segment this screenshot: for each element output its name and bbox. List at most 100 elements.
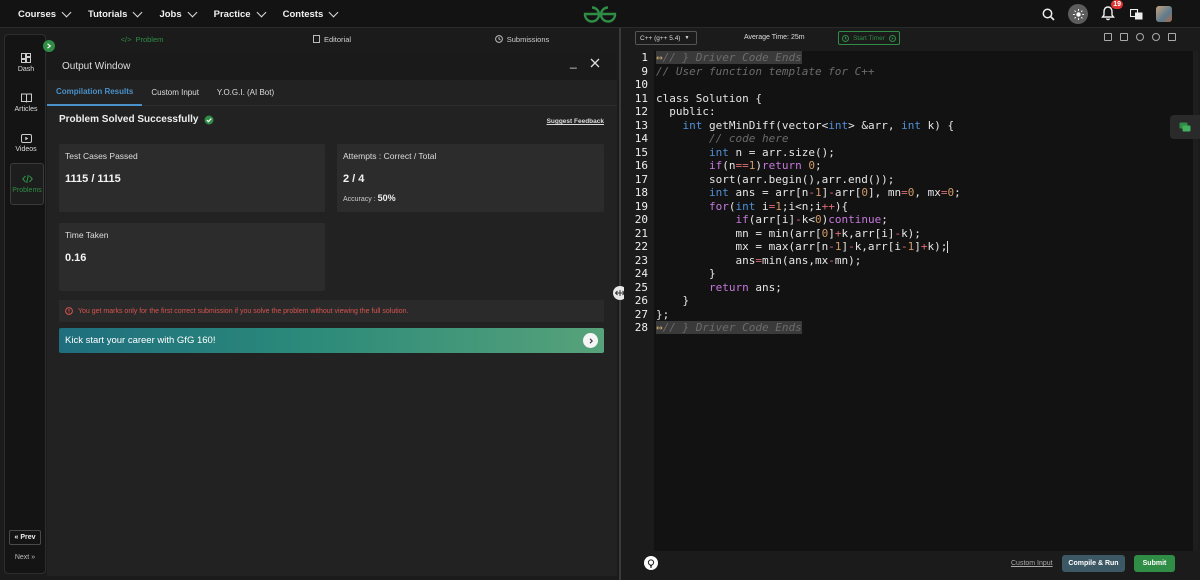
nav-jobs[interactable]: Jobs [159,7,198,20]
custom-input-link[interactable]: Custom Input [1011,560,1053,567]
time-value: 0.16 [65,252,87,264]
sidebar-item-label: Problems [12,187,42,194]
gfg-logo[interactable] [582,4,618,24]
chevrons-right-icon: » [31,554,36,561]
warning-text: You get marks only for the first correct… [78,307,409,315]
average-time: Average Time: 25m [744,34,805,41]
search-icon[interactable] [1042,8,1055,21]
tab-submissions[interactable]: Submissions [427,30,617,48]
submit-button[interactable]: Submit [1134,555,1175,572]
code-editor[interactable]: ↔// } Driver Code Ends // User function … [654,51,1198,551]
problem-tabs: </> Problem Editorial Submissions [47,30,617,48]
copy-icon[interactable] [1104,33,1112,41]
fullscreen-icon[interactable] [1168,33,1176,41]
tab-editorial[interactable]: Editorial [237,30,427,48]
accuracy-value: 50% [377,193,396,203]
language-select[interactable]: C++ (g++ 5.4) ▼ [635,31,697,45]
hint-button[interactable] [644,556,658,570]
user-avatar[interactable] [1156,6,1172,22]
sidebar-item-videos[interactable]: Videos [5,123,47,163]
theme-toggle[interactable] [1068,4,1088,24]
code-line: if(n==1)return 0; [708,159,822,172]
translate-icon[interactable] [1130,8,1143,20]
code-line: // code here [708,132,789,145]
sidebar-item-dash[interactable]: Dash [5,43,47,83]
close-button[interactable] [590,57,600,71]
clock-icon [494,35,503,43]
accuracy-line: Accuracy : 50% [343,193,598,203]
tab-compilation-results[interactable]: Compilation Results [47,80,143,106]
tab-custom-input[interactable]: Custom Input [142,80,208,106]
nav-practice[interactable]: Practice [213,7,267,20]
code-line: mn = min(arr[0]+k,arr[i]-k); [656,226,921,240]
nav-courses[interactable]: Courses [18,7,72,20]
line-number: 27 [634,307,648,321]
nav-label: Practice [213,8,251,20]
chevrons-left-icon: « [14,534,19,541]
code-line: }; [656,307,670,321]
banner-text: Kick start your career with GfG 160! [65,335,216,346]
code-line: public: [656,105,716,118]
banner-arrow-button[interactable] [583,333,598,348]
notification-badge: 19 [1111,0,1123,9]
accuracy-label: Accuracy : [343,196,376,203]
compile-run-button[interactable]: Compile & Run [1062,555,1125,572]
editor-toolbar: C++ (g++ 5.4) ▼ Average Time: 25m Start T… [624,30,1200,48]
nav-tutorials[interactable]: Tutorials [88,7,143,20]
marks-warning: You get marks only for the first correct… [59,300,604,322]
nav-label: Contests [282,8,324,20]
attempts-value: 2 / 4 [343,173,365,185]
editor-bottom-bar: Custom Input Compile & Run Submit [624,551,1200,580]
minimize-button[interactable]: _ [570,55,577,69]
sidebar-item-label: Dash [17,66,35,73]
notifications-button[interactable]: 19 [1101,0,1123,22]
gfg160-banner[interactable]: Kick start your career with GfG 160! [59,328,604,353]
line-number: 13 [634,118,648,132]
chat-button[interactable] [1170,115,1200,139]
prev-problem-button[interactable]: «Prev [9,530,41,545]
attempts-card: Attempts : Correct / Total 2 / 4 Accurac… [337,144,604,212]
chevron-down-icon [187,7,198,18]
caret-down-icon: ▼ [684,35,690,41]
settings-icon[interactable] [1136,33,1144,41]
file-icon[interactable] [1120,33,1128,41]
line-number-gutter: 1 9 10 11 12 13 14 15 16 17 18 19 20 21 … [624,51,654,551]
chevron-down-icon [256,7,267,18]
code-line: sort(arr.begin(),arr.end()); [656,172,895,186]
clock-icon [842,34,850,42]
chevron-down-icon [61,7,72,18]
nav-contests[interactable]: Contests [282,7,339,20]
tab-problem[interactable]: </> Problem [47,30,237,48]
code-line: class Solution { [656,91,762,105]
video-icon [20,133,32,143]
tab-label: Submissions [506,34,550,44]
play-circle-icon [888,34,896,42]
line-number: 17 [634,172,648,186]
next-problem-button[interactable]: Next» [9,550,41,565]
alert-icon [65,307,73,315]
code-line: } [656,267,716,280]
start-timer-button[interactable]: Start Timer [838,31,900,45]
suggest-feedback-link[interactable]: Suggest Feedback [547,118,604,125]
code-line: mx = max(arr[n-1]-k,arr[i-1]+k); [656,240,949,253]
line-number: 18 [634,186,648,199]
code-line: if(arr[i]-k<0)continue; [735,213,888,226]
code-line: return ans; [708,280,782,294]
pane-divider[interactable] [619,28,621,580]
line-number: 25 [634,280,648,294]
sidebar-item-problems[interactable]: Problems [10,163,44,205]
close-icon [590,58,600,68]
next-label: Next [14,554,30,561]
timer-label: Start Timer [853,34,885,42]
code-line: ans=min(ans,mx-mn); [656,253,862,267]
nav-label: Tutorials [88,8,128,20]
line-number: 26 [634,294,648,307]
line-number: 28 [634,321,648,334]
tab-yogi-bot[interactable]: Y.O.G.I. (AI Bot) [208,80,283,106]
reset-icon[interactable] [1152,33,1160,41]
line-number: 10 [634,78,648,91]
left-sidebar: Dash Articles Videos Problems «Prev Next… [4,34,46,574]
nav-label: Jobs [159,8,182,20]
sidebar-item-articles[interactable]: Articles [5,83,47,123]
